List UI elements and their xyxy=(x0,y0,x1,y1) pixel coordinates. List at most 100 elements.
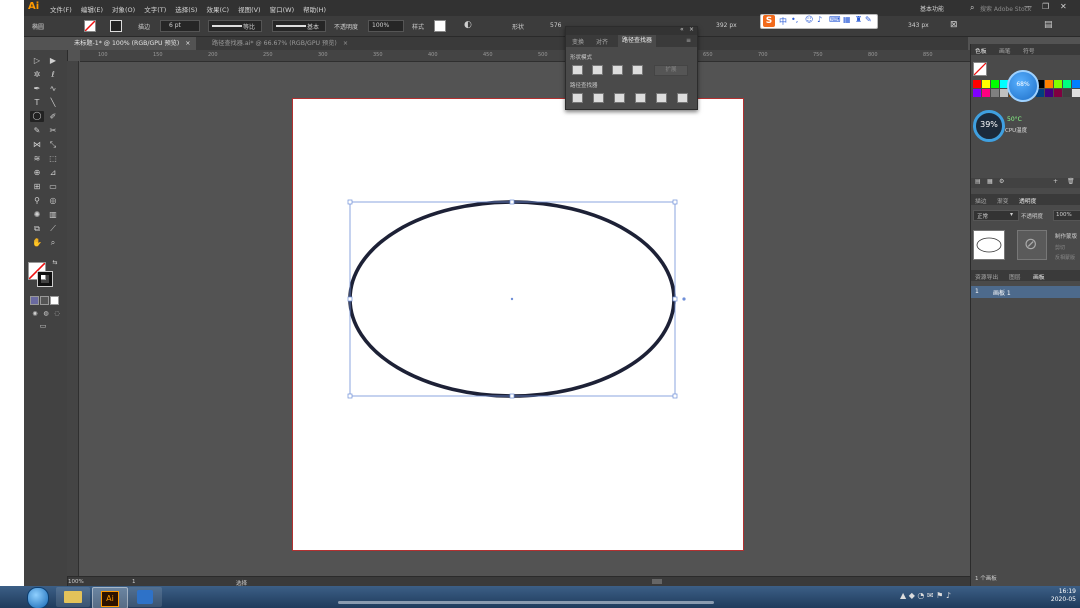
panel-menu-icon[interactable]: ≡ xyxy=(686,37,691,44)
clock-date: 2020-05 xyxy=(1050,596,1076,603)
taskbar-app[interactable] xyxy=(128,587,162,607)
pathfinders-label: 路径查找器 xyxy=(570,83,598,89)
windows-taskbar: Ai ▲ ◆ ◔ ✉ ⚑ ♪ 16:19 2020-05 xyxy=(0,586,1080,608)
tab-brushes[interactable]: 画笔 xyxy=(999,46,1011,55)
artboard-count: 1 个画板 xyxy=(975,576,997,582)
tab-stroke[interactable]: 描边 xyxy=(975,196,987,205)
blend-mode-select[interactable]: 正常 ▾ xyxy=(973,210,1019,221)
divide-button[interactable] xyxy=(572,93,583,103)
invert-mask-checkbox[interactable]: 反相蒙版 xyxy=(1055,254,1075,261)
collapse-panel-icon[interactable]: « xyxy=(680,26,684,33)
none-swatch[interactable] xyxy=(973,62,987,76)
system-clock[interactable]: 16:19 2020-05 xyxy=(1051,588,1076,604)
memory-usage-widget[interactable]: 68% xyxy=(1007,70,1039,102)
folder-icon xyxy=(64,591,82,603)
color-swatch[interactable] xyxy=(1045,80,1053,88)
panel-titlebar[interactable]: « × xyxy=(566,26,697,35)
tab-transparency[interactable]: 透明度 xyxy=(1019,196,1036,205)
chevron-down-icon: ▾ xyxy=(1010,211,1014,218)
artboard-navigator[interactable]: 1 xyxy=(132,579,136,585)
canvas-overlay xyxy=(347,199,686,399)
minus-back-button[interactable] xyxy=(677,93,688,103)
color-swatch[interactable] xyxy=(991,80,999,88)
right-panel-dock: 色板 画笔 符号 68% 39% 50°C CPU温度 ▤ ▦ ⚙ + 🗑 描边… xyxy=(970,44,1080,586)
color-swatch[interactable] xyxy=(973,80,981,88)
color-swatch[interactable] xyxy=(982,80,990,88)
tab-artboards[interactable]: 画板 xyxy=(1033,272,1045,281)
exclude-button[interactable] xyxy=(632,65,643,75)
unite-button[interactable] xyxy=(572,65,583,75)
app-icon xyxy=(137,590,153,604)
tab-symbols[interactable]: 符号 xyxy=(1023,46,1035,55)
merge-button[interactable] xyxy=(614,93,625,103)
crop-button[interactable] xyxy=(635,93,646,103)
swatch-actions: ▤ ▦ ⚙ + 🗑 xyxy=(971,178,1080,188)
anchor-point xyxy=(682,297,686,301)
panel-tabs: 变换 对齐 路径查找器 ≡ xyxy=(566,35,697,47)
taskbar-explorer[interactable] xyxy=(56,587,90,607)
illustrator-app-icon: Ai xyxy=(101,591,119,607)
tab-asset-export[interactable]: 资源导出 xyxy=(975,272,998,281)
ellipse-thumbnail-icon xyxy=(976,237,1002,253)
delete-swatch-icon[interactable]: 🗑 xyxy=(1067,178,1075,185)
start-button[interactable] xyxy=(27,587,49,608)
opacity-label: 不透明度 xyxy=(1021,214,1044,220)
show-kinds-icon[interactable]: ▦ xyxy=(987,178,993,185)
make-mask-button[interactable]: 制作蒙版 xyxy=(1055,232,1077,240)
swatches-tabs: 色板 画笔 符号 xyxy=(971,44,1080,55)
blend-mode-value: 正常 xyxy=(977,214,989,220)
color-swatch[interactable] xyxy=(1063,80,1071,88)
clock-time: 16:19 xyxy=(1058,588,1076,595)
intersect-button[interactable] xyxy=(612,65,623,75)
object-thumbnail[interactable] xyxy=(973,230,1005,260)
cpu-temp: 50°C xyxy=(1007,116,1022,123)
trim-button[interactable] xyxy=(593,93,604,103)
color-swatch[interactable] xyxy=(1072,89,1080,97)
mask-thumbnail[interactable]: ⊘ xyxy=(1017,230,1047,260)
color-swatch[interactable] xyxy=(1054,80,1062,88)
shape-modes-label: 形状模式 xyxy=(570,55,593,61)
taskbar-illustrator[interactable]: Ai xyxy=(92,587,128,608)
color-swatch[interactable] xyxy=(1054,89,1062,97)
opacity-field[interactable]: 100% xyxy=(1053,210,1080,221)
tab-align[interactable]: 对齐 xyxy=(596,37,608,46)
tab-gradient[interactable]: 渐变 xyxy=(997,196,1009,205)
video-progress-bar[interactable] xyxy=(338,601,714,604)
cpu-usage-widget[interactable]: 39% xyxy=(973,110,1005,142)
artboard-name: 画板 1 xyxy=(993,290,1011,297)
cpu-percent: 39% xyxy=(980,120,998,129)
layers-tabs: 资源导出 图层 画板 xyxy=(971,270,1080,281)
pathfinder-panel: « × 变换 对齐 路径查找器 ≡ 形状模式 扩展 路径查找器 xyxy=(565,26,698,110)
memory-usage-value: 68% xyxy=(1016,81,1030,88)
status-bar: 100% 1 选择 xyxy=(68,576,970,586)
color-swatch[interactable] xyxy=(1072,80,1080,88)
cpu-temp-label: CPU温度 xyxy=(1005,128,1028,134)
zoom-level[interactable]: 100% xyxy=(68,579,84,585)
swatch-options-icon[interactable]: ⚙ xyxy=(999,178,1004,185)
minus-front-button[interactable] xyxy=(592,65,603,75)
screen: Ai 文件(F) 编辑(E) 对象(O) 文字(T) 选择(S) 效果(C) 视图(V) 窗口… xyxy=(0,0,1080,608)
clip-checkbox[interactable]: 剪切 xyxy=(1055,244,1065,251)
outline-button[interactable] xyxy=(656,93,667,103)
new-swatch-icon[interactable]: + xyxy=(1053,178,1058,185)
color-swatch[interactable] xyxy=(1063,89,1071,97)
tab-transform[interactable]: 变换 xyxy=(572,37,584,46)
close-panel-icon[interactable]: × xyxy=(689,26,694,33)
artboard-row[interactable]: 1 画板 1 xyxy=(971,286,1080,298)
color-swatch[interactable] xyxy=(991,89,999,97)
transparency-tabs: 描边 渐变 透明度 xyxy=(971,194,1080,205)
swatch-library-icon[interactable]: ▤ xyxy=(975,178,981,185)
no-mask-icon: ⊘ xyxy=(1024,234,1038,253)
illustrator-window: Ai 文件(F) 编辑(E) 对象(O) 文字(T) 选择(S) 效果(C) 视图(V) 窗口… xyxy=(24,0,1080,586)
artboard-index: 1 xyxy=(975,288,979,295)
expand-button[interactable]: 扩展 xyxy=(654,65,688,76)
color-swatch[interactable] xyxy=(1045,89,1053,97)
tab-swatches[interactable]: 色板 xyxy=(975,46,987,55)
tab-pathfinder[interactable]: 路径查找器 xyxy=(618,35,657,47)
color-swatch[interactable] xyxy=(982,89,990,97)
status-tool[interactable]: 选择 xyxy=(236,579,247,586)
tray-icons[interactable]: ▲ ◆ ◔ ✉ ⚑ ♪ xyxy=(900,591,951,600)
color-swatch[interactable] xyxy=(973,89,981,97)
tab-layers[interactable]: 图层 xyxy=(1009,272,1021,281)
horizontal-scrollbar-thumb[interactable] xyxy=(652,579,662,584)
